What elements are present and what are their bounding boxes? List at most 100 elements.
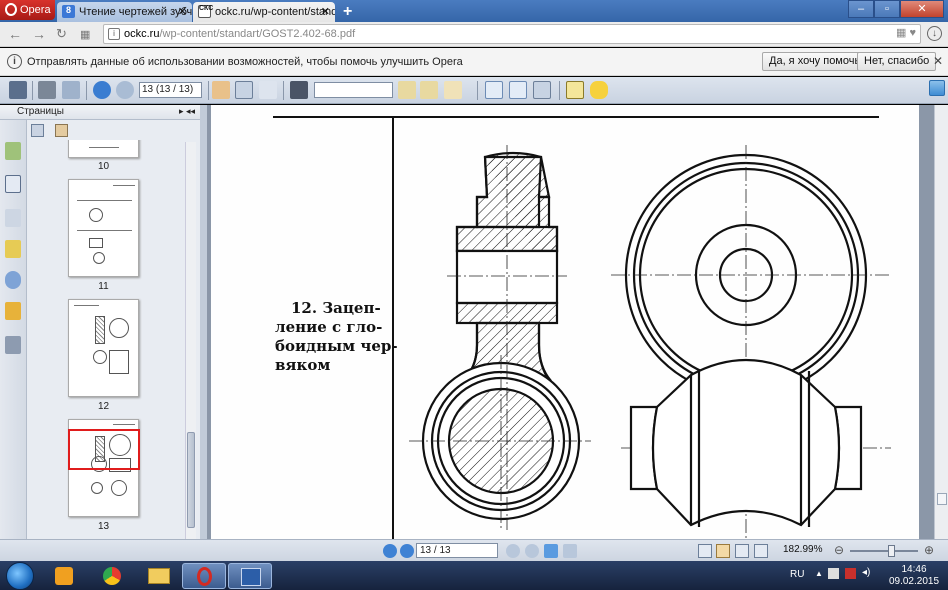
zoom-slider[interactable] <box>850 545 918 557</box>
tab-favicon: 8 <box>62 5 75 18</box>
print-icon[interactable] <box>38 81 56 99</box>
new-tab-button[interactable]: + <box>343 3 352 21</box>
network-icon[interactable] <box>845 568 856 579</box>
caption-line: вяком <box>275 356 330 374</box>
chrome-icon[interactable] <box>90 563 134 589</box>
worm-gear-drawing: 12. Зацеп- ление с гло- боидным чер- вяк… <box>273 116 891 539</box>
thumbnail-list: 10 11 12 13 <box>28 140 185 540</box>
zoom-out-icon[interactable]: ⊖ <box>834 543 844 557</box>
system-clock[interactable]: 14:46 09.02.2015 <box>884 564 944 588</box>
pdf-status-bar: 13 / 13 182.99% ⊖ ⊕ <box>0 539 948 561</box>
pdf-page: 12. Зацеп- ление с гло- боидным чер- вяк… <box>211 105 919 539</box>
search-input[interactable] <box>314 82 393 98</box>
media-player-icon[interactable] <box>42 563 86 589</box>
fit-width-icon[interactable] <box>533 81 551 99</box>
single-page-icon[interactable] <box>698 544 712 558</box>
hand-tool-icon[interactable] <box>212 81 230 99</box>
first-page-icon[interactable] <box>383 544 397 558</box>
url-path: /wp-content/standart/GOST2.402-68.pdf <box>159 28 356 40</box>
page-thumbnail[interactable] <box>68 299 139 397</box>
page-thumbnail[interactable] <box>68 179 139 277</box>
opera-menu-button[interactable]: Opera <box>0 0 55 20</box>
last-page-icon[interactable] <box>525 544 539 558</box>
continuous-facing-icon[interactable] <box>754 544 768 558</box>
prev-page-icon[interactable] <box>400 544 414 558</box>
back-arrow-icon[interactable]: ← <box>8 26 22 42</box>
close-tab-icon[interactable]: ✕ <box>178 5 187 18</box>
panel-splitter[interactable] <box>200 105 207 539</box>
language-indicator[interactable]: RU <box>790 569 804 580</box>
document-scrollbar[interactable] <box>934 105 948 539</box>
back-view-icon[interactable] <box>544 544 558 558</box>
facing-pages-icon[interactable] <box>735 544 749 558</box>
security-lock-icon[interactable] <box>5 302 21 320</box>
select-text-icon[interactable] <box>235 81 253 99</box>
comments-tab-icon[interactable] <box>5 240 21 258</box>
next-page-icon[interactable] <box>116 81 134 99</box>
comment-icon[interactable] <box>590 81 608 99</box>
close-window-button[interactable]: ✕ <box>900 0 944 18</box>
speed-dial-icon[interactable]: ▦ <box>80 28 90 41</box>
highlight-icon[interactable] <box>444 81 462 99</box>
tray-expand-icon[interactable]: ▲ <box>815 569 823 578</box>
current-view-highlight[interactable] <box>68 429 140 470</box>
panel-tabs <box>0 120 27 539</box>
page-thumbnail[interactable] <box>68 140 139 158</box>
previous-page-icon[interactable] <box>93 81 111 99</box>
caption-line: ление с гло- <box>275 318 382 336</box>
close-tab-icon[interactable]: ✕ <box>321 5 330 18</box>
pages-tab-icon[interactable] <box>5 175 21 193</box>
opera-taskbar-icon[interactable] <box>182 563 226 589</box>
thumbnails-tab-icon[interactable] <box>5 142 21 160</box>
tab-gears-reading[interactable]: 8 Чтение чертежей зубчатых ✕ <box>57 2 192 22</box>
scrollbar-thumb[interactable] <box>187 432 195 528</box>
bookmarks-tab-icon[interactable] <box>5 209 21 227</box>
pages-panel-header: Страницы ▸ ◂◂ <box>0 105 203 120</box>
bookmark-heart-icon[interactable]: ▦ ♥ <box>896 26 916 39</box>
reload-icon[interactable]: ↻ <box>56 26 67 42</box>
thumbnail-scrollbar[interactable] <box>185 142 196 539</box>
scroll-thumb[interactable] <box>937 493 947 505</box>
save-icon[interactable] <box>9 81 27 99</box>
find-previous-icon[interactable] <box>398 81 416 99</box>
fit-page-icon[interactable] <box>485 81 503 99</box>
maximize-button[interactable]: ▫ <box>874 0 900 18</box>
forward-arrow-icon[interactable]: → <box>32 26 46 42</box>
zoom-slider-thumb[interactable] <box>888 545 895 557</box>
zoom-level: 182.99% <box>783 544 823 555</box>
tab-gost-pdf[interactable]: СКС ockc.ru/wp-content/standart ✕ <box>193 2 335 22</box>
text-annotation-icon[interactable] <box>566 81 584 99</box>
thumbnail-delete-icon[interactable] <box>55 124 68 137</box>
thumbnail-options-icon[interactable] <box>31 124 44 137</box>
find-next-icon[interactable] <box>420 81 438 99</box>
page-thumbnail-current[interactable] <box>68 419 140 517</box>
page-info-icon[interactable]: i <box>108 28 120 40</box>
url-input[interactable]: i ockc.ru/wp-content/standart/GOST2.402-… <box>103 24 921 44</box>
rotate-icon[interactable] <box>509 81 527 99</box>
volume-icon[interactable]: ◂) <box>862 567 870 578</box>
zoom-in-icon[interactable]: ⊕ <box>924 543 934 557</box>
find-binoculars-icon[interactable] <box>290 81 308 99</box>
forward-view-icon[interactable] <box>563 544 577 558</box>
continuous-page-icon[interactable] <box>716 544 730 558</box>
next-page-icon[interactable] <box>506 544 520 558</box>
accept-button[interactable]: Да, я хочу помочь <box>762 52 868 71</box>
minimize-button[interactable]: – <box>848 0 874 18</box>
windows-taskbar: RU ▲ ◂) 14:46 09.02.2015 <box>0 561 948 590</box>
word-taskbar-icon[interactable] <box>228 563 272 589</box>
start-button[interactable] <box>6 562 34 590</box>
signature-icon[interactable] <box>5 336 21 354</box>
email-icon[interactable] <box>62 81 80 99</box>
page-number-display[interactable]: 13 / 13 <box>416 543 498 558</box>
fullscreen-icon[interactable] <box>929 80 945 96</box>
close-notification-icon[interactable]: ✕ <box>933 54 943 68</box>
page-thumbnail-label: 13 <box>97 521 110 532</box>
panel-collapse-icon[interactable]: ▸ ◂◂ <box>179 106 195 117</box>
pointer-icon[interactable] <box>259 81 277 99</box>
decline-button[interactable]: Нет, спасибо <box>857 52 937 71</box>
attachments-tab-icon[interactable] <box>5 271 21 289</box>
explorer-folder-icon[interactable] <box>137 563 181 589</box>
download-icon[interactable]: ↓ <box>927 26 942 41</box>
action-center-icon[interactable] <box>828 568 839 579</box>
page-number-field[interactable]: 13 (13 / 13) <box>139 82 202 98</box>
